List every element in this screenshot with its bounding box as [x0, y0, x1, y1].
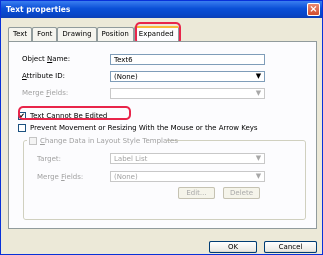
- cancel-button[interactable]: Cancel: [264, 241, 317, 253]
- target-select: Label List ▼: [110, 153, 265, 164]
- object-name-input[interactable]: Text6: [110, 54, 265, 65]
- tab-position[interactable]: Position: [96, 27, 134, 41]
- checkbox-highlight-annotation: [18, 106, 131, 120]
- tab-panel: Object Name: Text6 Attribute ID: (None) …: [8, 41, 317, 229]
- attribute-id-select[interactable]: (None) ▼: [110, 71, 265, 82]
- chevron-down-icon[interactable]: ▼: [254, 73, 263, 80]
- chevron-down-icon: ▼: [255, 154, 262, 162]
- change-data-checkbox: [29, 137, 37, 145]
- merge-fields-select: ▼: [110, 88, 265, 99]
- prevent-movement-label: Prevent Movement or Resizing With the Mo…: [30, 124, 258, 132]
- attribute-id-value: (None): [114, 73, 138, 81]
- group-merge-fields-select: (None) ▼: [110, 171, 265, 182]
- chevron-down-icon: ▼: [255, 89, 262, 97]
- delete-button: Delete: [223, 187, 260, 199]
- edit-button: Edit...: [178, 187, 215, 199]
- target-label: Target:: [37, 155, 62, 163]
- change-data-label: Change Data in Layout Style Templates: [40, 137, 178, 145]
- chevron-down-icon: ▼: [255, 172, 262, 180]
- group-merge-fields-value: (None): [114, 173, 138, 181]
- title-bar: Text properties: [1, 1, 322, 18]
- prevent-movement-checkbox[interactable]: [18, 124, 26, 132]
- dialog-window: Text properties × Text Font Drawing Posi…: [0, 0, 323, 255]
- tab-font[interactable]: Font: [32, 27, 58, 41]
- target-value: Label List: [114, 155, 148, 163]
- ok-button[interactable]: OK: [209, 241, 257, 253]
- object-name-label: Object Name:: [22, 55, 71, 63]
- tab-text[interactable]: Text: [8, 27, 33, 41]
- close-icon[interactable]: ×: [307, 3, 320, 16]
- attribute-id-label: Attribute ID:: [22, 72, 65, 80]
- window-title: Text properties: [6, 5, 71, 14]
- tab-drawing[interactable]: Drawing: [57, 27, 97, 41]
- group-merge-fields-label: Merge Fields:: [37, 173, 84, 181]
- merge-fields-label: Merge Fields:: [22, 89, 69, 97]
